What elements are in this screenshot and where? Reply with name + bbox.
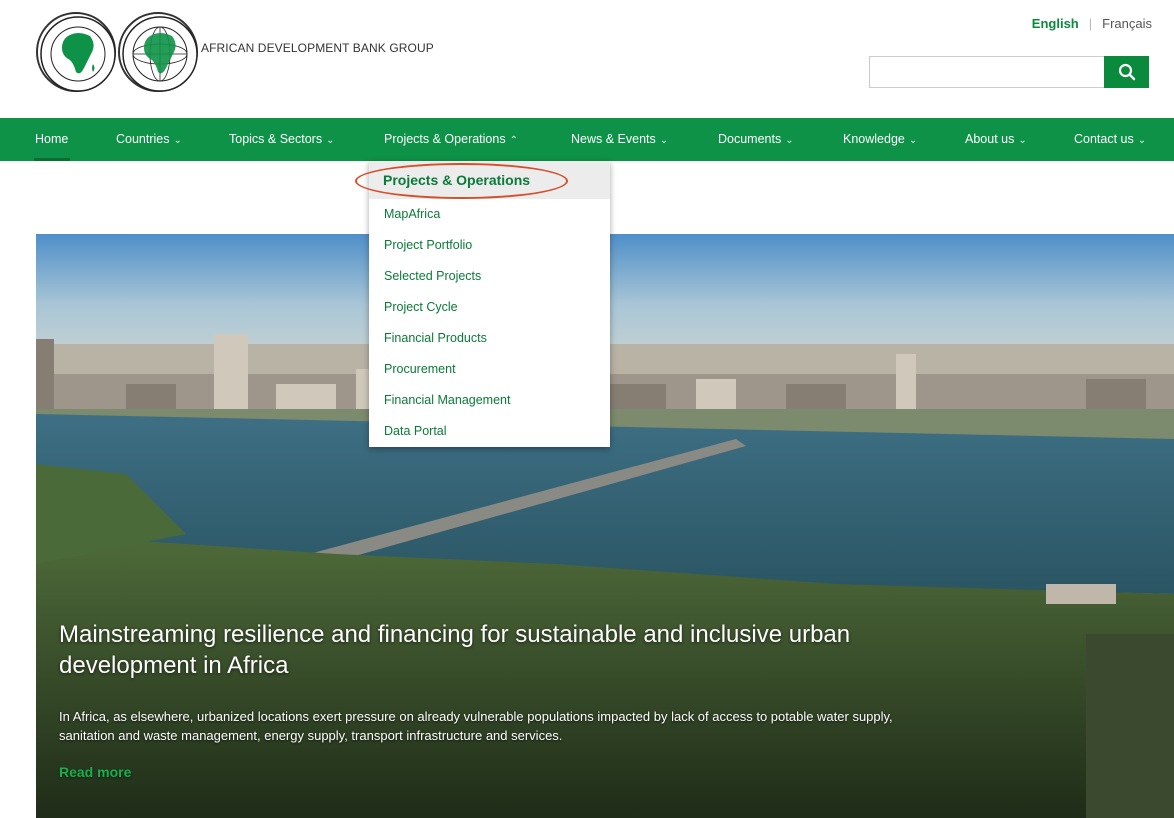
nav-item-about-us[interactable]: About us ⌄ — [965, 118, 1027, 161]
chevron-down-icon: ⌄ — [173, 135, 182, 146]
nav-item-countries[interactable]: Countries ⌄ — [116, 118, 182, 161]
nav-item-label: Countries — [116, 132, 170, 146]
nav-item-news-events[interactable]: News & Events ⌄ — [571, 118, 668, 161]
read-more-link[interactable]: Read more — [59, 764, 131, 780]
chevron-down-icon: ⌄ — [1137, 135, 1147, 146]
dropdown-item-data-portal[interactable]: Data Portal — [369, 416, 610, 447]
nav-item-home[interactable]: Home — [35, 118, 68, 161]
language-switcher: English | Français — [1032, 16, 1152, 31]
adf-seal-logo — [118, 12, 198, 92]
search-bar — [869, 56, 1149, 88]
nav-item-topics-sectors[interactable]: Topics & Sectors ⌄ — [229, 118, 334, 161]
dropdown-item-project-cycle[interactable]: Project Cycle — [369, 292, 610, 323]
site-header: AFRICAN DEVELOPMENT BANK GROUP English |… — [0, 0, 1174, 118]
nav-item-label: Documents — [718, 132, 782, 146]
afdb-seal-logo — [36, 12, 116, 92]
logo-group[interactable] — [36, 12, 200, 92]
chevron-down-icon: ⌄ — [326, 135, 335, 146]
chevron-down-icon: ⌄ — [785, 135, 794, 146]
hero-title: Mainstreaming resilience and financing f… — [59, 621, 851, 679]
search-input[interactable] — [869, 56, 1104, 88]
nav-item-label: Home — [35, 132, 69, 146]
dropdown-item-procurement[interactable]: Procurement — [369, 354, 610, 385]
nav-item-label: News & Events — [571, 132, 656, 146]
hero-description: In Africa, as elsewhere, urbanized locat… — [59, 709, 893, 743]
language-separator: | — [1088, 16, 1093, 31]
dropdown-item-financial-products[interactable]: Financial Products — [369, 323, 610, 354]
dropdown-item-financial-management[interactable]: Financial Management — [369, 385, 610, 416]
main-navigation: Home Countries ⌄ Topics & Sectors ⌄ Projec… — [0, 118, 1174, 165]
chevron-down-icon: ⌄ — [659, 135, 669, 146]
nav-item-knowledge[interactable]: Knowledge ⌄ — [843, 118, 917, 161]
brand-name: AFRICAN DEVELOPMENT BANK GROUP — [201, 41, 434, 55]
nav-item-label: Knowledge — [843, 132, 905, 146]
chevron-down-icon: ⌄ — [1018, 135, 1027, 146]
dropdown-item-mapafrica[interactable]: MapAfrica — [369, 199, 610, 230]
nav-item-label: About us — [965, 132, 1015, 146]
nav-item-documents[interactable]: Documents ⌄ — [718, 118, 794, 161]
nav-item-label: Contact us — [1074, 132, 1134, 146]
language-english-link[interactable]: English — [1032, 16, 1079, 31]
chevron-down-icon: ⌄ — [908, 135, 918, 146]
chevron-up-icon: ⌃ — [509, 135, 518, 146]
nav-item-label: Projects & Operations — [384, 132, 506, 146]
dropdown-item-selected-projects[interactable]: Selected Projects — [369, 261, 610, 292]
nav-item-label: Topics & Sectors — [229, 132, 323, 146]
language-french-link[interactable]: Français — [1102, 16, 1152, 31]
highlight-annotation-ellipse — [355, 163, 568, 199]
dropdown-item-project-portfolio[interactable]: Project Portfolio — [369, 230, 610, 261]
projects-operations-dropdown: Projects & Operations MapAfrica Project … — [369, 161, 610, 447]
search-icon — [1118, 63, 1135, 81]
nav-item-projects-operations[interactable]: Projects & Operations ⌃ — [369, 118, 609, 165]
nav-item-contact-us[interactable]: Contact us ⌄ — [1074, 118, 1146, 161]
search-button[interactable] — [1104, 56, 1149, 88]
home-active-indicator — [34, 158, 70, 161]
